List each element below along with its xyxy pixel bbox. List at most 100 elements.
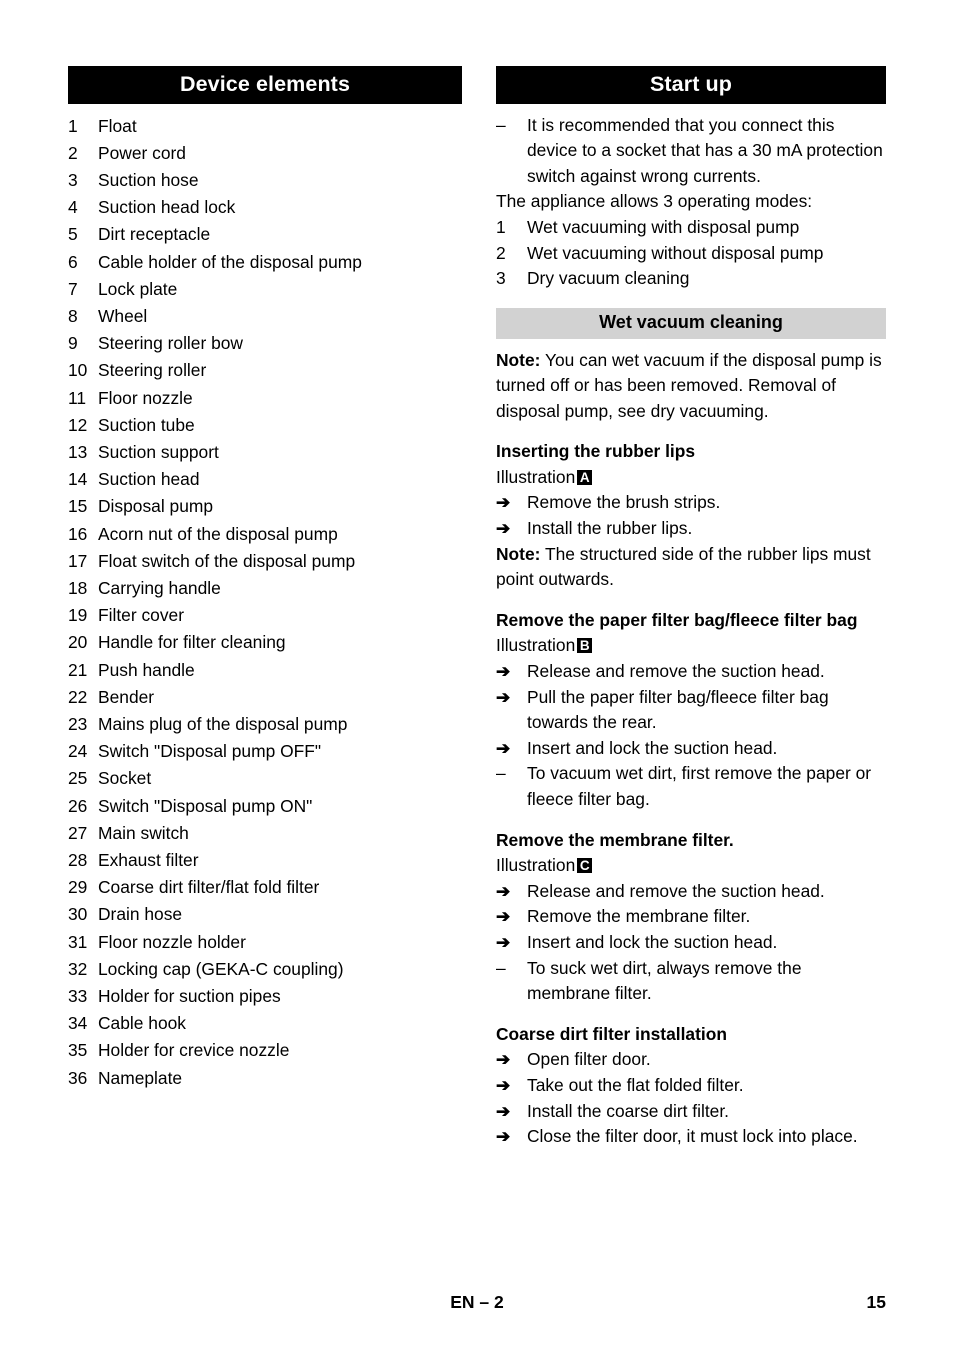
list-item-label: Drain hose — [98, 904, 183, 925]
dash-marker: – — [496, 957, 506, 978]
device-elements-list: 1 Float 2 Power cord 3 Suction hose 4 Suctio… — [68, 113, 462, 1092]
list-item-label: Steering roller bow — [98, 333, 243, 354]
list-item: 32 Locking cap (GEKA-C coupling) — [68, 956, 462, 983]
step-text: Insert and lock the suction head. — [527, 931, 778, 952]
list-item: 30 Drain hose — [68, 901, 462, 928]
list-item-label: Steering roller — [98, 360, 207, 381]
step-item: ➔ Insert and lock the suction head. — [496, 736, 886, 762]
arrow-icon: ➔ — [496, 738, 511, 758]
section-header-start-up: Start up — [496, 66, 886, 104]
arrow-icon: ➔ — [496, 881, 511, 901]
intro-dash-text: It is recommended that you connect this … — [527, 114, 883, 186]
list-item-number: 15 — [68, 496, 88, 517]
list-item-label: Suction tube — [98, 414, 195, 435]
list-item: 23 Mains plug of the disposal pump — [68, 711, 462, 738]
step-text: Remove the membrane filter. — [527, 906, 751, 927]
list-item-number: 9 — [68, 333, 78, 354]
list-item-number: 11 — [68, 387, 87, 408]
list-item-number: 1 — [68, 115, 78, 136]
list-item-label: Exhaust filter — [98, 850, 199, 871]
operating-mode-item: 3 Dry vacuum cleaning — [496, 266, 886, 292]
step-item: ➔ Release and remove the suction head. — [496, 879, 886, 905]
illustration-letter-badge: A — [577, 469, 593, 485]
list-item: 2 Power cord — [68, 140, 462, 167]
note-text: You can wet vacuum if the disposal pump … — [496, 349, 882, 421]
operating-mode-label: Dry vacuum cleaning — [527, 268, 690, 289]
list-item: 8 Wheel — [68, 303, 462, 330]
list-item-number: 3 — [68, 169, 78, 190]
list-item-label: Disposal pump — [98, 496, 214, 517]
list-item-number: 30 — [68, 904, 88, 925]
list-item-number: 26 — [68, 795, 88, 816]
list-item-number: 20 — [68, 632, 88, 653]
list-item-label: Filter cover — [98, 605, 185, 626]
subsection-header-wet-vacuum-cleaning: Wet vacuum cleaning — [496, 307, 886, 339]
dash-note-item: – To vacuum wet dirt, first remove the p… — [496, 761, 886, 812]
list-item-number: 23 — [68, 714, 88, 735]
arrow-icon: ➔ — [496, 1050, 511, 1070]
list-item-label: Mains plug of the disposal pump — [98, 714, 348, 735]
list-item: 34 Cable hook — [68, 1010, 462, 1037]
list-item-label: Cable hook — [98, 1013, 186, 1034]
left-column: Device elements 1 Float 2 Power cord 3 Suct… — [68, 66, 462, 1092]
list-item: 11 Floor nozzle — [68, 385, 462, 412]
list-item-label: Coarse dirt filter/flat fold filter — [98, 877, 320, 898]
list-item: 21 Push handle — [68, 657, 462, 684]
list-item-number: 8 — [68, 305, 78, 326]
list-item-number: 5 — [68, 224, 78, 245]
step-text: Open filter door. — [527, 1049, 651, 1070]
list-item-label: Switch "Disposal pump OFF" — [98, 741, 322, 762]
step-text: Take out the flat folded filter. — [527, 1074, 744, 1095]
list-item: 24 Switch "Disposal pump OFF" — [68, 738, 462, 765]
list-item-label: Power cord — [98, 142, 186, 163]
list-item: 10 Steering roller — [68, 357, 462, 384]
list-item-label: Dirt receptacle — [98, 224, 211, 245]
illustration-letter-badge: B — [577, 638, 593, 654]
list-item-number: 6 — [68, 251, 78, 272]
list-item-number: 2 — [68, 142, 78, 163]
dash-marker: – — [496, 114, 506, 135]
list-item: 12 Suction tube — [68, 412, 462, 439]
list-item-number: 10 — [68, 360, 88, 381]
list-item: 16 Acorn nut of the disposal pump — [68, 521, 462, 548]
list-item-label: Push handle — [98, 659, 195, 680]
list-item: 5 Dirt receptacle — [68, 221, 462, 248]
list-item: 26 Switch "Disposal pump ON" — [68, 793, 462, 820]
list-item-label: Holder for crevice nozzle — [98, 1040, 290, 1061]
note-wet-vacuum: Note: You can wet vacuum if the disposal… — [496, 348, 886, 425]
list-item: 15 Disposal pump — [68, 493, 462, 520]
note-rubber-lips-orientation: Note: The structured side of the rubber … — [496, 542, 886, 593]
list-item-label: Nameplate — [98, 1067, 183, 1088]
list-item-label: Socket — [98, 768, 152, 789]
operating-mode-number: 3 — [496, 268, 506, 289]
list-item-label: Suction head lock — [98, 197, 236, 218]
list-item: 31 Floor nozzle holder — [68, 929, 462, 956]
step-text: Close the filter door, it must lock into… — [527, 1126, 858, 1147]
footer-language-section: EN – 2 — [450, 1292, 504, 1312]
arrow-icon: ➔ — [496, 662, 511, 682]
note-label: Note: — [496, 349, 541, 370]
list-item-number: 4 — [68, 197, 78, 218]
list-item-number: 7 — [68, 278, 78, 299]
arrow-icon: ➔ — [496, 1127, 511, 1147]
operating-mode-item: 2 Wet vacuuming without disposal pump — [496, 241, 886, 267]
list-item-label: Suction head — [98, 469, 200, 490]
dash-note-item: – To suck wet dirt, always remove the me… — [496, 956, 886, 1007]
step-item: ➔ Remove the brush strips. — [496, 490, 886, 516]
list-item: 29 Coarse dirt filter/flat fold filter — [68, 874, 462, 901]
list-item-label: Floor nozzle holder — [98, 931, 246, 952]
list-item-label: Holder for suction pipes — [98, 986, 281, 1007]
illustration-label: Illustration — [496, 855, 576, 876]
step-text: Install the rubber lips. — [527, 518, 693, 539]
operating-mode-item: 1 Wet vacuuming with disposal pump — [496, 215, 886, 241]
section-header-device-elements: Device elements — [68, 66, 462, 104]
list-item-label: Lock plate — [98, 278, 178, 299]
list-item-label: Acorn nut of the disposal pump — [98, 523, 338, 544]
list-item-number: 35 — [68, 1040, 88, 1061]
list-item: 9 Steering roller bow — [68, 330, 462, 357]
arrow-icon: ➔ — [496, 493, 511, 513]
operating-mode-number: 1 — [496, 216, 506, 237]
operating-mode-label: Wet vacuuming with disposal pump — [527, 216, 800, 237]
